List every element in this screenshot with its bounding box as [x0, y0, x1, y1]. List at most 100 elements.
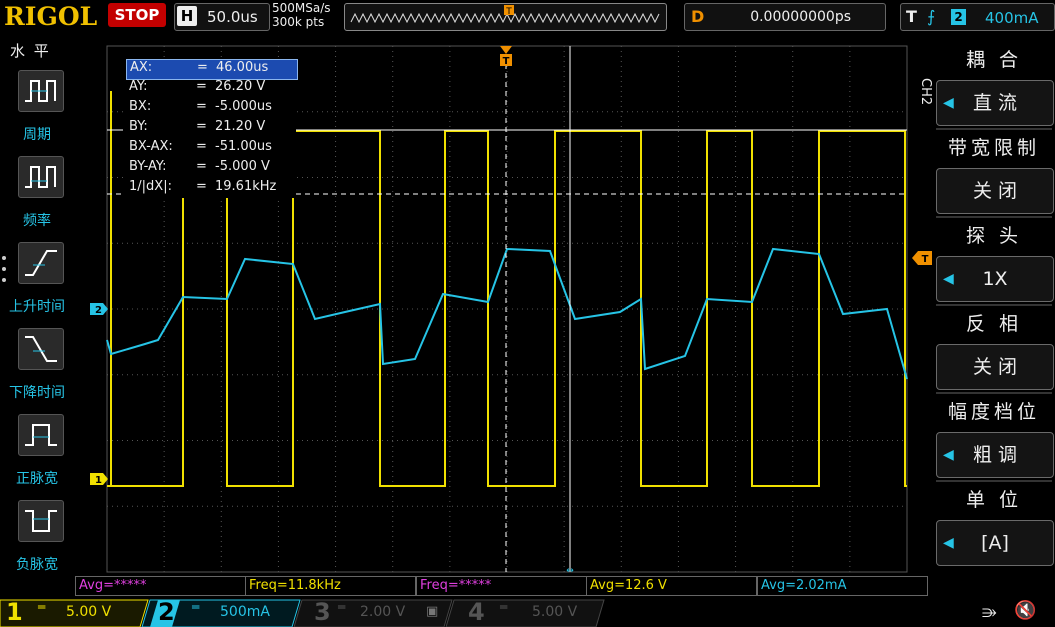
negative-width-button[interactable]: [18, 500, 64, 542]
trigger-source: 2: [951, 9, 966, 25]
channel-status-bar: 1 ═ 5.00 V 2 ═ 500mA 3 ═ 2.00 V ▣ 4 ═ 5.…: [0, 598, 1055, 627]
memory-waveform-icon: T: [350, 5, 660, 24]
svg-text:↔: ↔: [566, 566, 574, 574]
unit-value: [A]: [981, 532, 1009, 554]
cursor-value: 21.20 V: [215, 119, 266, 134]
cursor-key: AY:: [129, 79, 148, 94]
left-item-label: 负脉宽: [16, 557, 58, 573]
probe-value-button[interactable]: ◀ 1X: [936, 256, 1054, 302]
ch3-scale: 2.00 V: [360, 604, 406, 620]
speaker-muted-icon[interactable]: 🔇: [1014, 600, 1036, 621]
unit-button[interactable]: ◀ [A]: [936, 520, 1054, 566]
measurement-freq-ch1[interactable]: Freq=11.8kHz: [245, 576, 416, 596]
left-item-label: 下降时间: [9, 385, 65, 401]
acquisition-info: 500MSa/s 300k pts: [272, 1, 331, 29]
bandwidth-limit-title: 带宽限制: [947, 137, 1040, 159]
timebase-value: 50.0us: [207, 8, 258, 26]
cursor-row-bx: BX: = -5.000us: [129, 99, 272, 114]
cursor-value: 46.00us: [216, 60, 269, 75]
ch1-marker-label: 1: [95, 475, 102, 486]
cursor-value: 26.20 V: [215, 79, 266, 94]
dc-coupling-icon: ═: [338, 600, 346, 614]
top-status-bar: RIGOL STOP H 50.0us 500MSa/s 300k pts T …: [0, 0, 1055, 38]
left-item-label: 周期: [23, 127, 51, 143]
left-menu-title: 水 平: [10, 42, 51, 60]
timebase-tag: H: [177, 6, 197, 26]
dc-coupling-icon: ═: [500, 600, 508, 614]
coupling-value: 直 流: [972, 92, 1018, 114]
svg-text:T: T: [503, 56, 510, 67]
memory-depth: 300k pts: [272, 15, 325, 29]
rigol-logo: RIGOL: [4, 2, 98, 31]
cursor-readout-panel: AX: = 46.00us AY: = 26.20 V BX: = -5.000us BY:…: [123, 58, 298, 198]
rise-time-button[interactable]: [18, 242, 64, 284]
measurement-avg-ch2[interactable]: Avg=2.02mA: [757, 576, 928, 596]
left-item-label: 正脉宽: [16, 471, 58, 487]
positive-width-icon: [25, 424, 57, 446]
volts-div-button[interactable]: ◀ 粗 调: [936, 432, 1054, 478]
cursor-row-by: BY: = 21.20 V: [129, 119, 266, 134]
delay-tag: D: [691, 7, 705, 26]
bandwidth-limit-button[interactable]: 关 闭: [936, 168, 1054, 214]
ch2-status[interactable]: 2 ═ 500mA: [150, 598, 300, 627]
volts-div-title: 幅度档位: [947, 401, 1040, 423]
run-stop-indicator[interactable]: STOP: [108, 3, 166, 27]
left-item-label: 频率: [23, 213, 51, 229]
cursor-value: -5.000us: [215, 99, 272, 114]
frequency-button[interactable]: [18, 156, 64, 198]
cursor-row-ax[interactable]: AX: = 46.00us: [126, 59, 298, 80]
ch2-menu-panel: 耦 合 ◀ 直 流 带宽限制 关 闭 探 头 ◀ 1X 反 相 关 闭 幅度档位…: [916, 44, 1055, 574]
selector-arrow-icon: ◀: [943, 95, 954, 111]
timebase-box[interactable]: H 50.0us: [174, 3, 270, 31]
ch1-status[interactable]: 1 ═ 5.00 V: [0, 598, 148, 627]
frequency-icon: [25, 166, 56, 188]
coupling-value-button[interactable]: ◀ 直 流: [936, 80, 1054, 126]
invert-value: 关 闭: [972, 356, 1018, 378]
positive-width-button[interactable]: [18, 414, 64, 456]
left-measure-menu: 水 平 周期 频率 上升时间 下降时间 正脉宽 负脉宽: [0, 38, 70, 598]
rise-time-icon: [25, 250, 57, 276]
fall-time-icon: [25, 336, 57, 362]
measurement-freq-ch3[interactable]: Freq=*****: [416, 576, 587, 596]
cursor-row-freq: 1/|dX|: = 19.61kHz: [129, 179, 277, 194]
volts-div-value: 粗 调: [972, 444, 1018, 466]
selector-arrow-icon: ◀: [943, 535, 954, 551]
rising-edge-icon: ⨍: [927, 7, 936, 26]
menu-separator: [936, 304, 1052, 306]
svg-text:T: T: [505, 7, 512, 17]
trigger-level: 400mA: [985, 9, 1039, 27]
cursor-key: BX:: [129, 99, 152, 114]
cursor-row-dx: BX-AX: = -51.00us: [129, 139, 272, 154]
cursor-row-dy: BY-AY: = -5.000 V: [129, 159, 270, 174]
memory-overview-strip[interactable]: T: [344, 3, 667, 31]
menu-separator: [936, 480, 1052, 482]
usb-icon: ⭄: [982, 602, 997, 623]
ch1-scale: 5.00 V: [66, 604, 112, 620]
period-icon: [25, 80, 56, 102]
cursor-key: BY-AY:: [129, 159, 167, 174]
period-button[interactable]: [18, 70, 64, 112]
page-dots: [2, 256, 6, 289]
cursor-key: BY:: [129, 119, 148, 134]
delay-box[interactable]: D 0.00000000ps: [684, 3, 886, 31]
ch3-number: 3: [314, 598, 331, 626]
menu-separator: [936, 392, 1052, 394]
coupling-title: 耦 合: [965, 49, 1023, 71]
left-item-label: 上升时间: [9, 299, 65, 315]
invert-title: 反 相: [965, 313, 1023, 335]
sample-rate: 500MSa/s: [272, 1, 331, 15]
ch3-status[interactable]: 3 ═ 2.00 V ▣: [302, 598, 452, 627]
ch4-status[interactable]: 4 ═ 5.00 V: [454, 598, 604, 627]
probe-value: 1X: [982, 268, 1008, 290]
trigger-tag: T: [906, 7, 917, 26]
measurement-avg-ch1[interactable]: Avg=12.6 V: [586, 576, 757, 596]
selector-arrow-icon: ◀: [943, 447, 954, 463]
fall-time-button[interactable]: [18, 328, 64, 370]
cursor-key: 1/|dX|:: [129, 179, 172, 194]
dc-coupling-icon: ═: [38, 600, 46, 614]
invert-button[interactable]: 关 闭: [936, 344, 1054, 390]
trigger-box[interactable]: T ⨍ 2 400mA: [900, 3, 1055, 31]
dc-coupling-icon: ═: [192, 600, 200, 614]
selector-arrow-icon: ◀: [943, 271, 954, 287]
measurement-avg-ch3[interactable]: Avg=*****: [75, 576, 246, 596]
